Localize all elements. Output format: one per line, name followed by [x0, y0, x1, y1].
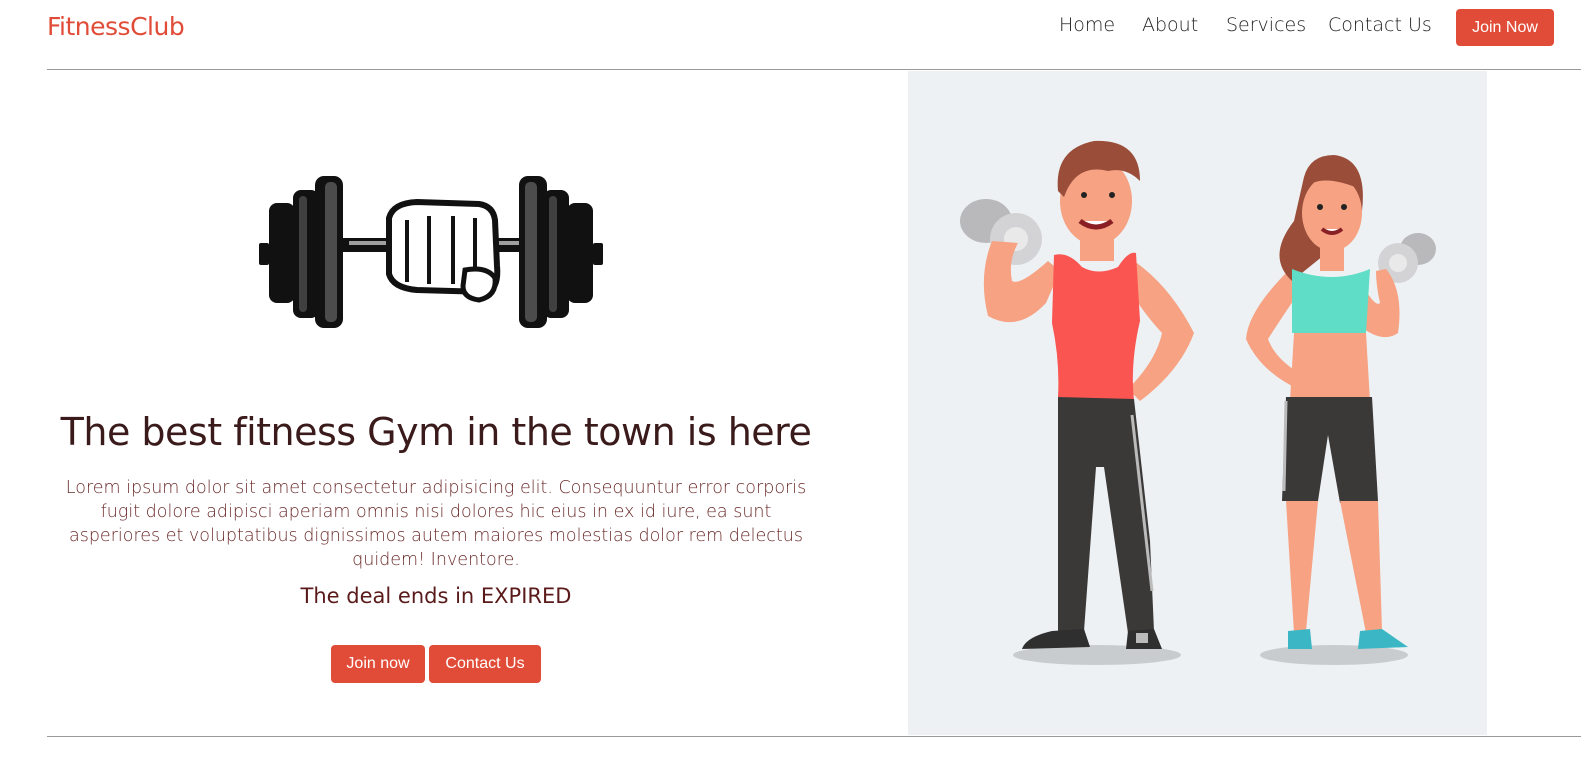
hero-title: The best fitness Gym in the town is here	[60, 410, 812, 454]
hero-illustration-panel	[908, 71, 1487, 735]
deal-countdown: The deal ends in EXPIRED	[300, 584, 572, 608]
brand-logo[interactable]: FitnessClub	[47, 12, 185, 41]
nav-link-contact[interactable]: Contact Us	[1328, 14, 1432, 36]
contact-us-button[interactable]: Contact Us	[429, 645, 541, 683]
nav-link-home[interactable]: Home	[1059, 14, 1115, 36]
nav-link-about[interactable]: About	[1142, 14, 1198, 36]
dumbbell-fist-icon	[259, 176, 603, 328]
join-now-button[interactable]: Join now	[331, 645, 425, 683]
nav-link-services[interactable]: Services	[1226, 14, 1306, 36]
divider-bottom	[47, 736, 1581, 737]
nav-join-button[interactable]: Join Now	[1456, 9, 1554, 46]
hero-content: The best fitness Gym in the town is here…	[47, 70, 908, 736]
navbar: FitnessClub Home About Services Contact …	[0, 0, 1581, 56]
hero-description: Lorem ipsum dolor sit amet consectetur a…	[65, 478, 807, 570]
fitness-couple-illustration	[960, 140, 1436, 665]
